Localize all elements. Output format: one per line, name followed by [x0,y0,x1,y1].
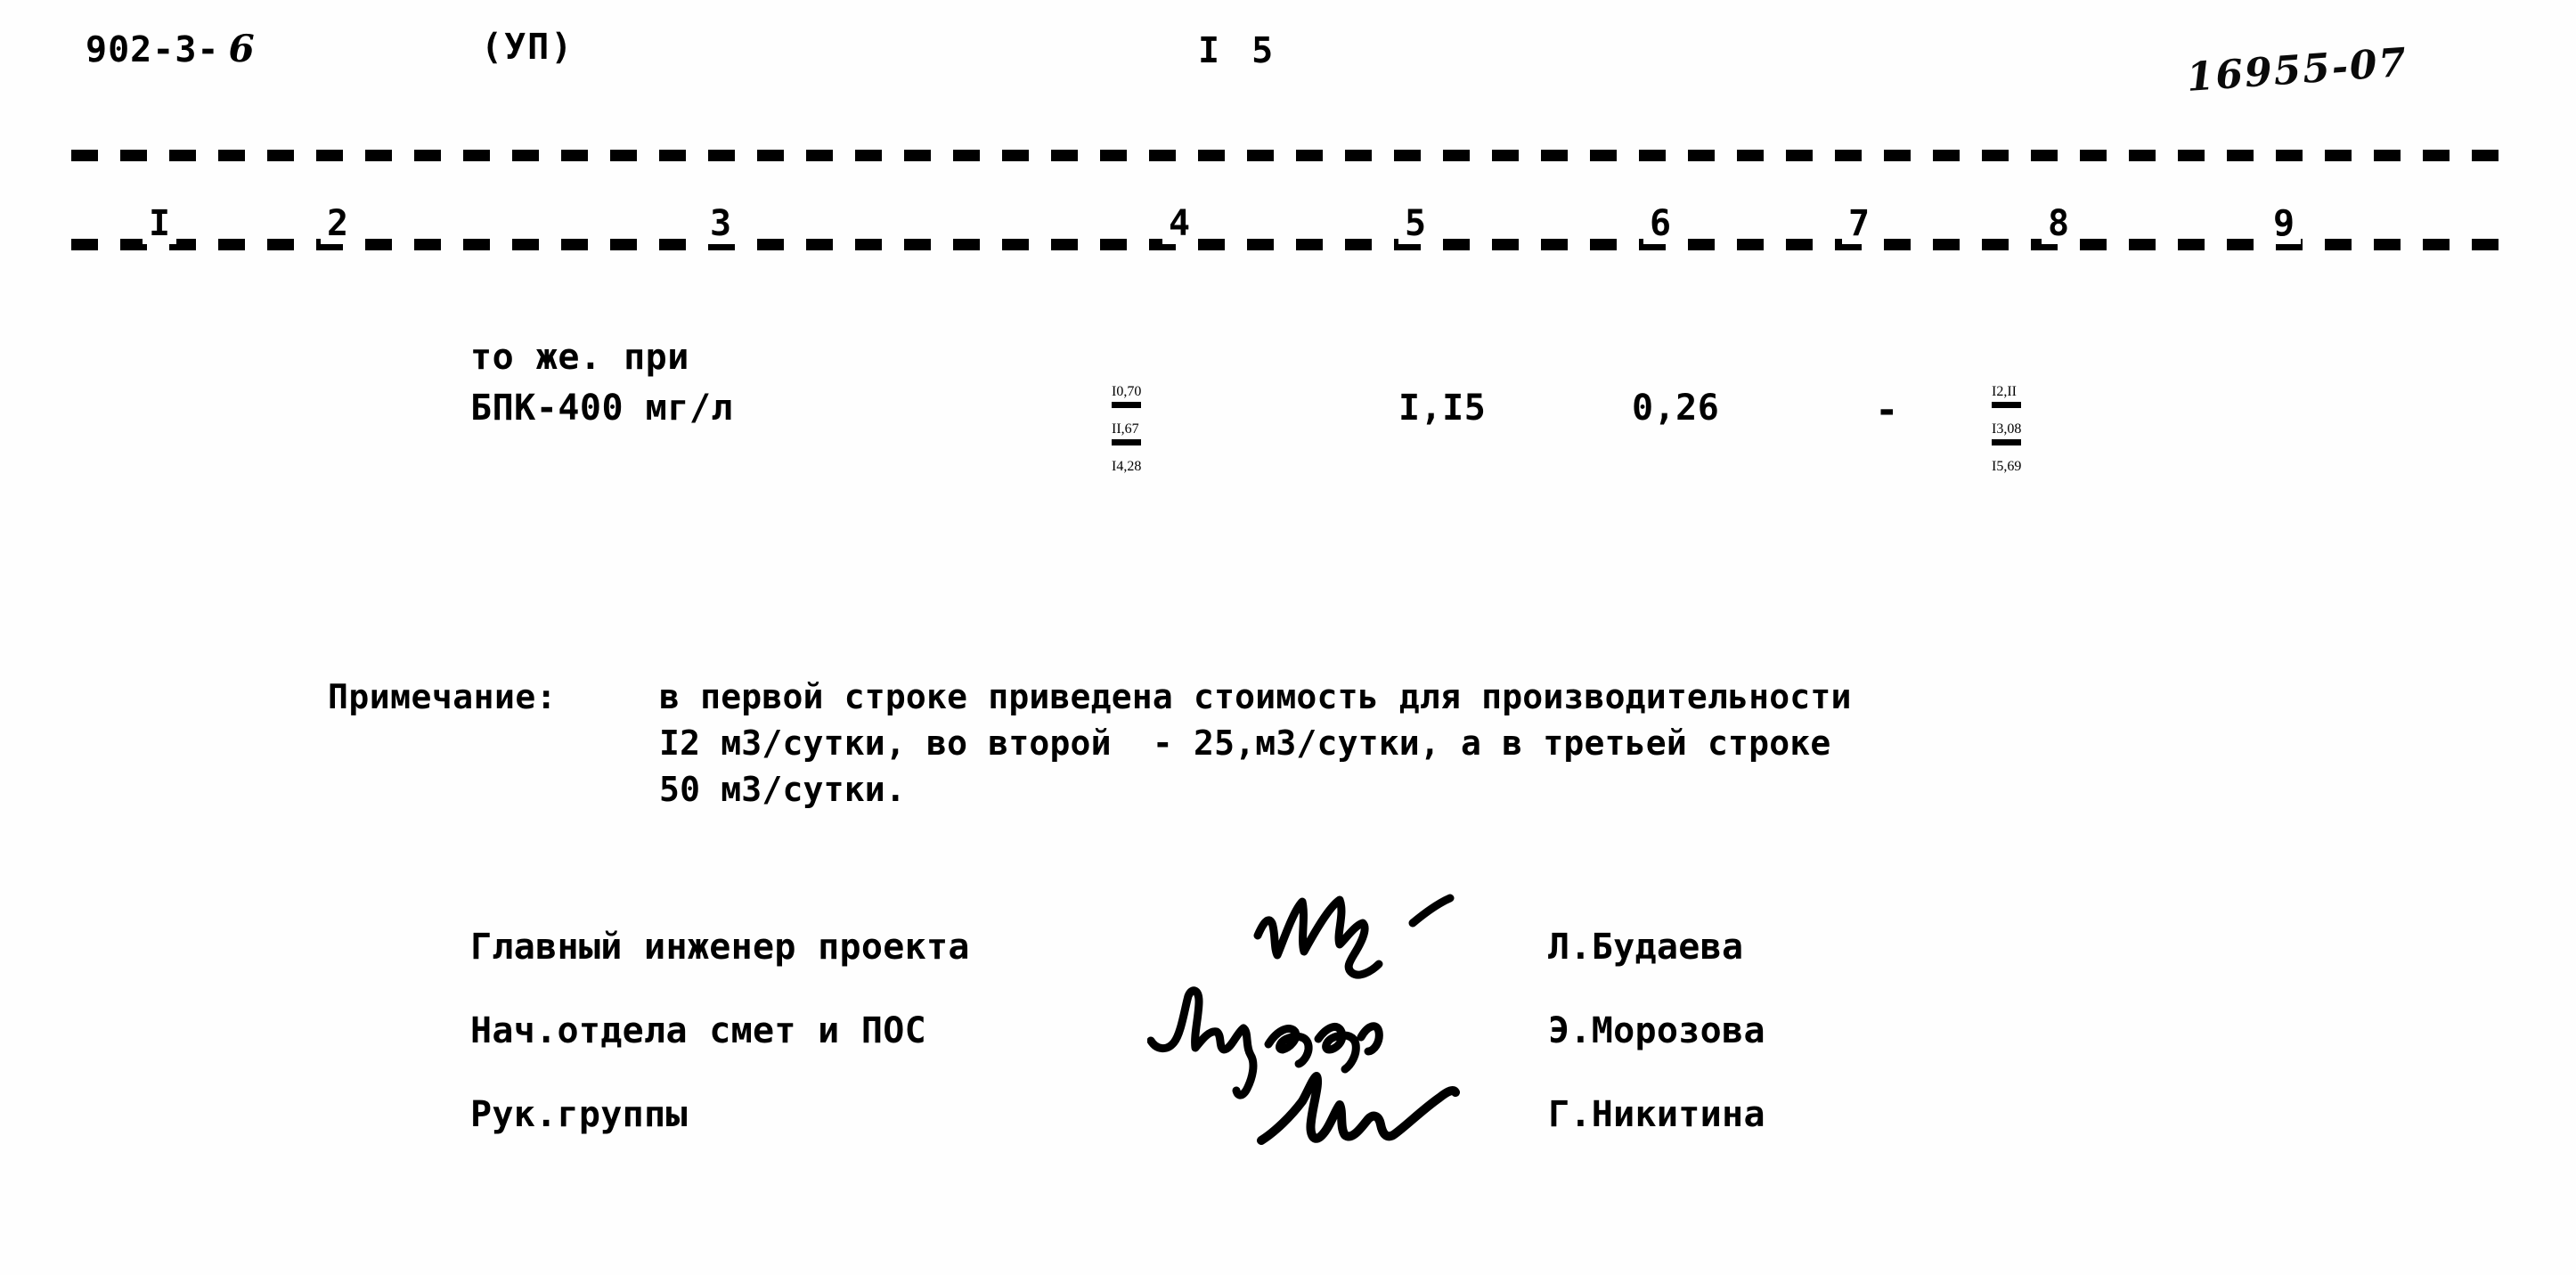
signatory-title-2: Нач.отдела смет и ПОС [470,1010,927,1051]
column-number-8: 8 [2042,203,2076,244]
document-code: 902-3- 6 [86,27,256,70]
page-number: I 5 [1198,30,1279,71]
handwritten-signature-2 [1147,986,1383,1099]
signatory-name-3: Г.Никитина [1548,1094,1765,1135]
table-header-dashed-rule [71,239,2512,250]
column-number-3: 3 [704,203,738,244]
column-number-9: 9 [2267,203,2302,244]
row-description-line-2: БПК-400 мг/л [470,388,733,429]
note-line-1: в первой строке приведена стоимость для … [659,677,1852,716]
signatory-title-3: Рук.группы [470,1094,688,1135]
column-number-1: I [143,203,177,244]
column-4-values: I0,70 II,67 I4,28 [1112,384,1142,474]
column-8-value-2: I3,08 [1992,421,2022,445]
note-line-3: 50 м3/сутки. [659,770,906,809]
row-description-line-1: то же. при [470,337,689,378]
note-line-2: I2 м3/сутки, во второй - 25,м3/сутки, а … [659,723,1831,763]
album-mark: (УП) [481,27,575,68]
column-7-value: - [1875,388,1899,433]
column-8-value-1: I2,II [1992,384,2022,408]
column-8-values: I2,II I3,08 I5,69 [1992,384,2022,474]
table-top-dashed-rule [71,150,2512,161]
column-number-2: 2 [321,203,355,244]
column-number-5: 5 [1398,203,1433,244]
signatory-name-2: Э.Морозова [1548,1010,1765,1051]
column-5-value: I,I5 [1398,388,1487,429]
document-code-suffix: 6 [228,27,256,70]
handwritten-signature-3 [1257,1072,1460,1145]
handwritten-signature-1 [1253,894,1455,979]
note-label: Примечание: [328,677,558,716]
column-6-value: 0,26 [1632,388,1720,429]
column-4-value-2: II,67 [1112,421,1142,445]
document-code-text: 902-3- [86,29,220,70]
column-4-value-1: I0,70 [1112,384,1142,408]
column-number-6: 6 [1643,203,1678,244]
column-number-7: 7 [1842,203,1877,244]
column-8-value-3: I5,69 [1992,458,2022,474]
document-page: 902-3- 6 (УП) I 5 16955-07 I 2 3 4 5 6 7 … [0,0,2576,1275]
column-4-value-3: I4,28 [1112,458,1142,474]
signatory-name-1: Л.Будаева [1548,927,1744,968]
column-number-4: 4 [1162,203,1197,244]
signatory-title-1: Главный инженер проекта [470,927,970,968]
archive-code-handwritten: 16955-07 [2185,39,2409,101]
